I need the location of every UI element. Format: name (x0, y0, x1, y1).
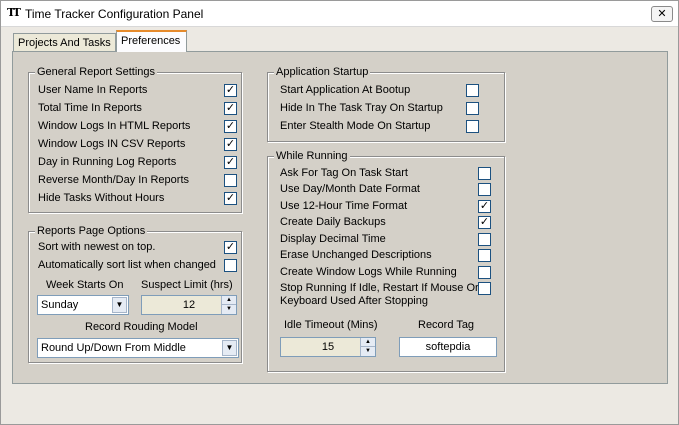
option-hide-tasks-without-hours[interactable]: Hide Tasks Without Hours ✓ (38, 190, 238, 207)
option-window-logs-running[interactable]: Create Window Logs While Running (280, 264, 502, 281)
application-startup-group: Application Startup Start Application At… (267, 66, 505, 142)
reports-page-options-title: Reports Page Options (35, 225, 148, 238)
general-report-settings-title: General Report Settings (35, 66, 158, 79)
option-total-time-in-reports[interactable]: Total Time In Reports ✓ (38, 100, 238, 117)
checkbox[interactable] (478, 183, 491, 196)
option-reverse-month-day[interactable]: Reverse Month/Day In Reports (38, 172, 238, 189)
reports-page-options-group: Reports Page Options Sort with newest on… (28, 225, 242, 363)
option-12-hour-format[interactable]: Use 12-Hour Time Format ✓ (280, 198, 502, 215)
title-bar: TT Time Tracker Configuration Panel ✕ (1, 1, 678, 27)
close-button[interactable]: ✕ (651, 6, 673, 22)
general-report-settings-group: General Report Settings User Name In Rep… (28, 66, 242, 213)
rounding-model-label: Record Rouding Model (85, 321, 198, 333)
option-window-logs-html[interactable]: Window Logs In HTML Reports ✓ (38, 118, 238, 135)
checkbox[interactable] (478, 167, 491, 180)
checkbox[interactable] (224, 174, 237, 187)
option-daily-backups[interactable]: Create Daily Backups ✓ (280, 214, 502, 231)
checkbox[interactable] (478, 249, 491, 262)
option-ask-for-tag[interactable]: Ask For Tag On Task Start (280, 165, 502, 182)
application-window: TT Time Tracker Configuration Panel ✕ Pr… (0, 0, 679, 425)
checkbox[interactable]: ✓ (224, 192, 237, 205)
while-running-title: While Running (274, 150, 350, 163)
chevron-down-icon[interactable]: ▼ (112, 297, 127, 313)
checkbox[interactable]: ✓ (224, 102, 237, 115)
window-title: Time Tracker Configuration Panel (25, 7, 204, 21)
checkbox[interactable]: ✓ (224, 241, 237, 254)
option-stealth-mode[interactable]: Enter Stealth Mode On Startup (280, 118, 502, 135)
option-start-at-bootup[interactable]: Start Application At Bootup (280, 82, 502, 99)
spin-up-icon[interactable]: ▲ (361, 338, 375, 347)
spin-up-icon[interactable]: ▲ (222, 296, 236, 305)
option-stop-running-if-idle[interactable]: Stop Running If Idle, Restart If Mouse O… (280, 280, 502, 310)
option-window-logs-csv[interactable]: Window Logs IN CSV Reports ✓ (38, 136, 238, 153)
checkbox[interactable]: ✓ (478, 200, 491, 213)
record-tag-input[interactable]: softepdia (399, 337, 497, 357)
checkbox[interactable] (478, 233, 491, 246)
idle-timeout-stepper[interactable]: 15 ▲ ▼ (280, 337, 376, 357)
app-icon: TT (7, 6, 21, 19)
rounding-model-select[interactable]: Round Up/Down From Middle ▼ (37, 338, 239, 358)
option-day-month-format[interactable]: Use Day/Month Date Format (280, 181, 502, 198)
option-decimal-time[interactable]: Display Decimal Time (280, 231, 502, 248)
suspect-limit-stepper[interactable]: 12 ▲ ▼ (141, 295, 237, 315)
record-tag-label: Record Tag (418, 319, 475, 331)
tab-preferences[interactable]: Preferences (116, 30, 187, 52)
checkbox[interactable] (466, 102, 479, 115)
checkbox[interactable]: ✓ (478, 216, 491, 229)
spin-down-icon[interactable]: ▼ (361, 347, 375, 356)
option-sort-newest-on-top[interactable]: Sort with newest on top. ✓ (38, 239, 238, 256)
option-auto-sort-list[interactable]: Automatically sort list when changed (38, 257, 238, 274)
option-user-name-in-reports[interactable]: User Name In Reports ✓ (38, 82, 238, 99)
week-starts-label: Week Starts On (46, 279, 124, 291)
checkbox[interactable] (478, 266, 491, 279)
application-startup-title: Application Startup (274, 66, 371, 79)
checkbox[interactable]: ✓ (224, 156, 237, 169)
option-hide-in-tray[interactable]: Hide In The Task Tray On Startup (280, 100, 502, 117)
while-running-group: While Running Ask For Tag On Task Start … (267, 150, 505, 372)
checkbox[interactable]: ✓ (224, 138, 237, 151)
chevron-down-icon[interactable]: ▼ (222, 340, 237, 356)
idle-timeout-label: Idle Timeout (Mins) (284, 319, 378, 331)
checkbox[interactable]: ✓ (224, 84, 237, 97)
checkbox[interactable] (224, 259, 237, 272)
checkbox[interactable] (478, 282, 491, 295)
close-icon: ✕ (657, 8, 667, 20)
option-erase-unchanged[interactable]: Erase Unchanged Descriptions (280, 247, 502, 264)
checkbox[interactable] (466, 120, 479, 133)
checkbox[interactable]: ✓ (224, 120, 237, 133)
option-day-in-running-log[interactable]: Day in Running Log Reports ✓ (38, 154, 238, 171)
checkbox[interactable] (466, 84, 479, 97)
week-starts-select[interactable]: Sunday ▼ (37, 295, 129, 315)
tab-projects-and-tasks[interactable]: Projects And Tasks (13, 33, 116, 53)
suspect-limit-label: Suspect Limit (hrs) (141, 279, 233, 291)
preferences-panel: General Report Settings User Name In Rep… (12, 51, 668, 384)
spin-down-icon[interactable]: ▼ (222, 305, 236, 314)
